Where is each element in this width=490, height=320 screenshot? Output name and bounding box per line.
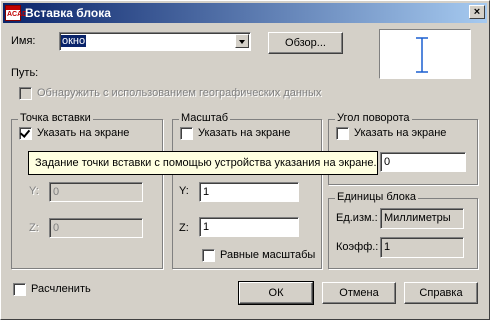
title-bar[interactable]: ACAD Вставка блока × [3,3,487,23]
insertion-z-field[interactable]: 0 [49,218,143,238]
uniform-scale-checkbox[interactable] [202,249,215,262]
explode-checkbox[interactable] [13,283,26,296]
scale-title: Масштаб [179,112,231,124]
ok-button[interactable]: ОК [238,281,314,305]
browse-button[interactable]: Обзор... [268,32,343,54]
scale-specify-checkbox[interactable] [180,127,193,140]
rotation-specify-label: Указать на экране [354,127,447,139]
block-preview-icon [416,37,428,73]
name-value: окно [61,35,87,47]
uniform-scale-label: Равные масштабы [220,249,316,261]
insertion-specify-label: Указать на экране [37,127,130,139]
explode-label: Расчленить [31,283,91,295]
scale-y-field[interactable]: 1 [199,182,299,202]
insertion-y-label: Y: [29,185,39,197]
insert-block-dialog: ACAD Вставка блока × Имя: окно Обзор... … [0,0,490,320]
insertion-specify-checkbox[interactable] [19,127,32,140]
rotation-angle-field[interactable]: 0 [380,152,466,172]
tooltip: Задание точки вставки с помощью устройст… [28,151,378,175]
factor-label: Коэфф.: [336,241,379,253]
insertion-point-title: Точка вставки [18,112,93,124]
cancel-button[interactable]: Отмена [322,282,396,304]
chevron-down-icon[interactable] [235,34,249,48]
insertion-z-label: Z: [29,222,39,234]
scale-z-field[interactable]: 1 [199,217,299,237]
geo-checkbox-label: Обнаружить с использованием географическ… [37,87,322,99]
name-combobox[interactable]: окно [59,32,251,51]
insertion-y-field[interactable]: 0 [49,182,143,202]
units-label: Ед.изм.: [336,212,378,224]
scale-z-label: Z: [179,222,189,234]
units-value: Миллиметры [380,208,464,229]
factor-value: 1 [380,237,464,258]
name-label: Имя: [11,35,36,47]
autocad-icon: ACAD [5,5,27,21]
help-button[interactable]: Справка [404,282,478,304]
scale-y-label: Y: [179,185,189,197]
rotation-specify-checkbox[interactable] [336,127,349,140]
checkmark-icon [19,127,31,138]
close-button[interactable]: × [469,5,485,19]
block-units-title: Единицы блока [335,191,419,203]
rotation-title: Угол поворота [335,112,412,124]
window-title: Вставка блока [25,6,111,20]
scale-specify-label: Указать на экране [198,127,291,139]
path-label: Путь: [11,67,39,79]
geo-checkbox[interactable] [19,87,32,100]
block-preview [379,29,471,79]
